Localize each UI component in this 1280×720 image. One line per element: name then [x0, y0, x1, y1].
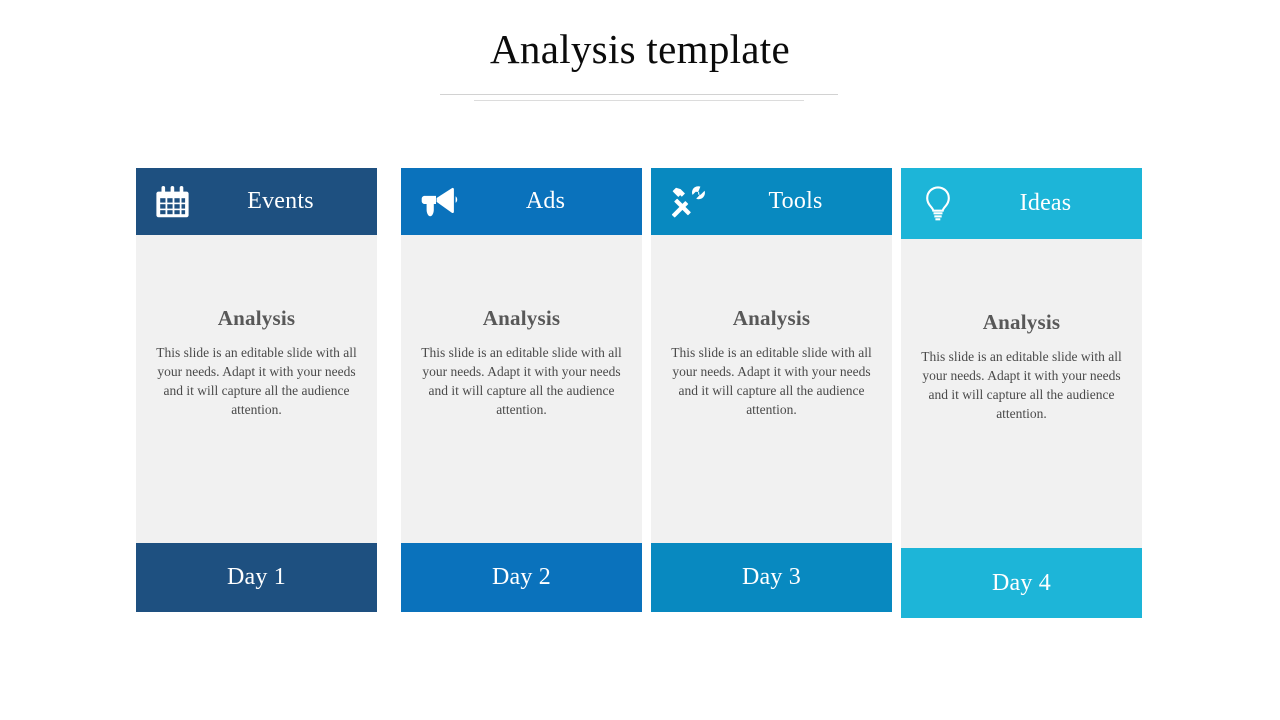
card-body-text-tools: This slide is an editable slide with all… [671, 345, 872, 418]
card-header-tools[interactable]: Tools [651, 168, 892, 235]
slide-title-block: Analysis template [0, 26, 1280, 73]
card-header-label-tools: Tools [768, 188, 823, 214]
card-header-label-ideas: Ideas [1019, 190, 1072, 216]
card-body-heading-ads: Analysis [482, 306, 561, 330]
card-header-ideas[interactable]: Ideas [901, 168, 1142, 239]
card-footer-label-ads: Day 2 [492, 564, 551, 590]
lightbulb-icon [915, 181, 961, 227]
card-body-text-events: This slide is an editable slide with all… [156, 345, 357, 418]
card-footer-tools[interactable]: Day 3 [651, 543, 892, 612]
card-body-heading-ideas: Analysis [982, 310, 1061, 334]
card-body-events: Analysis This slide is an editable slide… [136, 235, 377, 543]
page-title: Analysis template [489, 26, 790, 72]
card-footer-events[interactable]: Day 1 [136, 543, 377, 612]
title-divider-upper [440, 94, 838, 95]
card-body-text-ads: This slide is an editable slide with all… [421, 345, 622, 418]
card-header-label-ads: Ads [525, 188, 566, 214]
card-footer-label-tools: Day 3 [742, 564, 801, 590]
card-header-label-events: Events [247, 188, 314, 214]
card-footer-ads[interactable]: Day 2 [401, 543, 642, 612]
title-divider-group [0, 90, 1280, 106]
card-footer-label-events: Day 1 [227, 564, 286, 590]
megaphone-icon [415, 179, 461, 225]
card-body-text-ideas: This slide is an editable slide with all… [921, 349, 1122, 422]
card-ads[interactable]: Ads Analysis This slide is an editable s… [401, 168, 642, 620]
card-header-ads[interactable]: Ads [401, 168, 642, 235]
card-strip: Events Analysis This slide is an editabl… [136, 168, 1144, 620]
card-tools[interactable]: Tools Analysis This slide is an editable… [651, 168, 892, 620]
card-footer-label-ideas: Day 4 [992, 569, 1051, 596]
hammer-wrench-icon [665, 179, 711, 225]
card-header-events[interactable]: Events [136, 168, 377, 235]
card-body-ads: Analysis This slide is an editable slide… [401, 235, 642, 543]
card-body-tools: Analysis This slide is an editable slide… [651, 235, 892, 543]
title-divider-lower [474, 100, 804, 101]
card-events[interactable]: Events Analysis This slide is an editabl… [136, 168, 377, 620]
card-ideas[interactable]: Ideas Analysis This slide is an editable… [901, 168, 1142, 620]
card-body-heading-tools: Analysis [732, 306, 811, 330]
card-body-ideas: Analysis This slide is an editable slide… [901, 239, 1142, 548]
card-body-heading-events: Analysis [217, 306, 296, 330]
card-footer-ideas[interactable]: Day 4 [901, 548, 1142, 618]
calendar-icon [150, 179, 196, 225]
